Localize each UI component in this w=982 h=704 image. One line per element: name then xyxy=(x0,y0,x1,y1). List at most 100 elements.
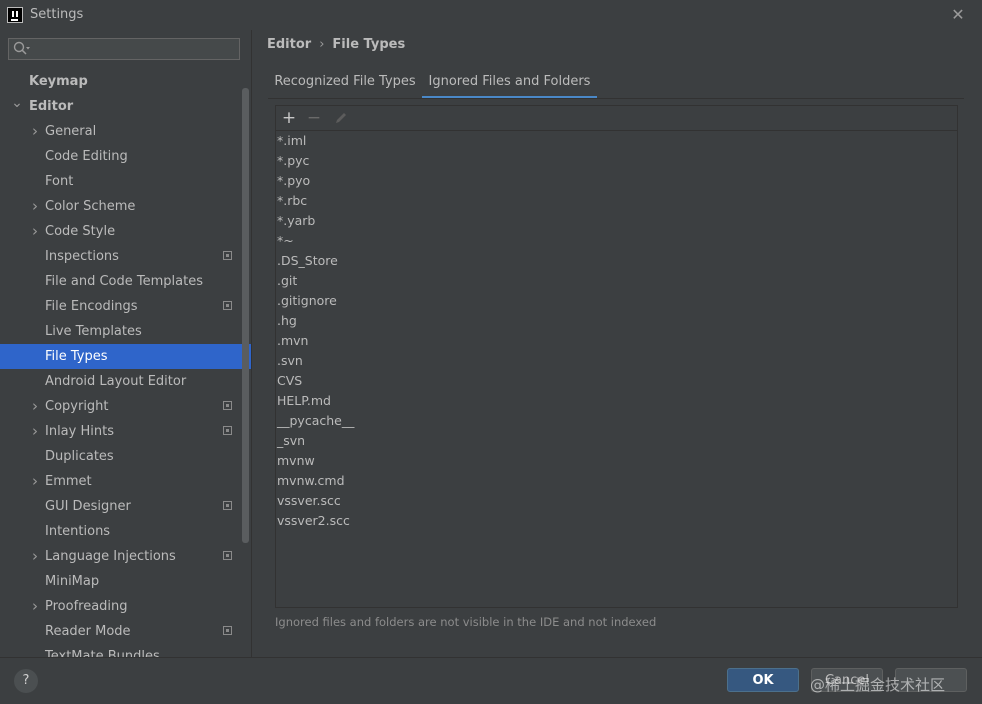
chevron-right-icon[interactable]: › xyxy=(29,544,41,569)
sidebar-item-reader-mode[interactable]: Reader Mode xyxy=(0,619,251,644)
help-button[interactable]: ? xyxy=(14,669,38,693)
add-button[interactable]: + xyxy=(279,108,299,128)
chevron-right-icon[interactable]: › xyxy=(29,469,41,494)
search-input[interactable] xyxy=(33,40,237,60)
list-item[interactable]: .git xyxy=(276,271,957,291)
sidebar-item-label: Duplicates xyxy=(45,449,114,464)
sidebar-item-label: Intentions xyxy=(45,524,111,539)
settings-tree: Keymap ⌄ Editor › General Code Editing Font › Co… xyxy=(0,69,251,657)
sidebar-item-label: Live Templates xyxy=(45,324,142,339)
list-item[interactable]: .svn xyxy=(276,351,957,371)
sidebar-item-file-and-code-templates[interactable]: File and Code Templates xyxy=(0,269,251,294)
sidebar-item-label: Android Layout Editor xyxy=(45,374,187,389)
chevron-down-icon[interactable]: ⌄ xyxy=(11,94,23,112)
list-item[interactable]: vssver2.scc xyxy=(276,511,957,531)
project-scope-icon xyxy=(223,551,232,560)
sidebar-item-label: Code Editing xyxy=(45,149,128,164)
list-item[interactable]: .hg xyxy=(276,311,957,331)
sidebar-item-label: MiniMap xyxy=(45,574,100,589)
sidebar-item-label: Keymap xyxy=(29,74,88,89)
list-item[interactable]: *.iml xyxy=(276,131,957,151)
chevron-right-icon[interactable]: › xyxy=(29,194,41,219)
sidebar-item-label: Code Style xyxy=(45,224,116,239)
breadcrumb-parent[interactable]: Editor xyxy=(267,37,311,52)
list-toolbar: + − xyxy=(276,106,957,131)
list-item[interactable]: vssver.scc xyxy=(276,491,957,511)
sidebar-item-language-injections[interactable]: › Language Injections xyxy=(0,544,251,569)
sidebar-item-android-layout-editor[interactable]: Android Layout Editor xyxy=(0,369,251,394)
search-box[interactable] xyxy=(8,38,240,60)
chevron-right-icon[interactable]: › xyxy=(29,219,41,244)
sidebar-item-emmet[interactable]: › Emmet xyxy=(0,469,251,494)
cancel-button[interactable]: Cancel xyxy=(811,668,883,692)
tab-ignored-files-and-folders[interactable]: Ignored Files and Folders xyxy=(422,70,597,99)
chevron-right-icon[interactable]: › xyxy=(29,594,41,619)
apply-button[interactable] xyxy=(895,668,967,692)
list-item[interactable]: *.yarb xyxy=(276,211,957,231)
list-item[interactable]: __pycache__ xyxy=(276,411,957,431)
list-item[interactable]: mvnw.cmd xyxy=(276,471,957,491)
list-item[interactable]: *.pyc xyxy=(276,151,957,171)
chevron-right-icon[interactable]: › xyxy=(29,394,41,419)
chevron-right-icon[interactable]: › xyxy=(29,419,41,444)
breadcrumb-separator: › xyxy=(319,37,325,52)
sidebar-item-keymap[interactable]: Keymap xyxy=(0,69,251,94)
search-icon xyxy=(13,41,30,55)
tab-recognized-file-types[interactable]: Recognized File Types xyxy=(268,70,422,99)
sidebar-item-intentions[interactable]: Intentions xyxy=(0,519,251,544)
sidebar-item-textmate-bundles[interactable]: TextMate Bundles xyxy=(0,644,251,657)
sidebar-item-proofreading[interactable]: › Proofreading xyxy=(0,594,251,619)
project-scope-icon xyxy=(223,301,232,310)
sidebar-item-duplicates[interactable]: Duplicates xyxy=(0,444,251,469)
settings-sidebar: Keymap ⌄ Editor › General Code Editing Font › Co… xyxy=(0,30,251,657)
project-scope-icon xyxy=(223,251,232,260)
sidebar-item-label: File Encodings xyxy=(45,299,138,314)
sidebar-item-copyright[interactable]: › Copyright xyxy=(0,394,251,419)
list-item[interactable]: *.pyo xyxy=(276,171,957,191)
sidebar-item-code-style[interactable]: › Code Style xyxy=(0,219,251,244)
sidebar-item-live-templates[interactable]: Live Templates xyxy=(0,319,251,344)
list-item[interactable]: HELP.md xyxy=(276,391,957,411)
list-item[interactable]: *~ xyxy=(276,231,957,251)
sidebar-item-gui-designer[interactable]: GUI Designer xyxy=(0,494,251,519)
title-bar: Settings ✕ xyxy=(0,0,982,30)
ignored-hint-text: Ignored files and folders are not visibl… xyxy=(275,615,657,629)
project-scope-icon xyxy=(223,401,232,410)
list-item[interactable]: *.rbc xyxy=(276,191,957,211)
sidebar-item-inspections[interactable]: Inspections xyxy=(0,244,251,269)
sidebar-item-label: TextMate Bundles xyxy=(45,649,160,657)
pane-splitter[interactable] xyxy=(251,30,252,657)
ok-button[interactable]: OK xyxy=(727,668,799,692)
sidebar-item-file-types[interactable]: File Types xyxy=(0,344,251,369)
edit-button[interactable] xyxy=(331,108,351,128)
sidebar-item-minimap[interactable]: MiniMap xyxy=(0,569,251,594)
tab-divider xyxy=(268,98,964,99)
list-item[interactable]: CVS xyxy=(276,371,957,391)
sidebar-scrollbar[interactable] xyxy=(242,88,249,543)
sidebar-item-editor[interactable]: ⌄ Editor xyxy=(0,94,251,119)
sidebar-item-font[interactable]: Font xyxy=(0,169,251,194)
list-item[interactable]: _svn xyxy=(276,431,957,451)
chevron-right-icon[interactable]: › xyxy=(29,119,41,144)
sidebar-item-inlay-hints[interactable]: › Inlay Hints xyxy=(0,419,251,444)
sidebar-item-label: Reader Mode xyxy=(45,624,131,639)
breadcrumb: Editor › File Types xyxy=(267,37,405,52)
sidebar-item-label: Proofreading xyxy=(45,599,128,614)
sidebar-item-code-editing[interactable]: Code Editing xyxy=(0,144,251,169)
list-item[interactable]: .mvn xyxy=(276,331,957,351)
remove-button[interactable]: − xyxy=(304,108,324,128)
pencil-icon xyxy=(336,113,346,123)
sidebar-item-general[interactable]: › General xyxy=(0,119,251,144)
window-title: Settings xyxy=(30,7,84,22)
ignored-items-list: *.iml *.pyc *.pyo *.rbc *.yarb *~ .DS_Store .gi… xyxy=(276,131,957,531)
list-item[interactable]: mvnw xyxy=(276,451,957,471)
sidebar-item-file-encodings[interactable]: File Encodings xyxy=(0,294,251,319)
sidebar-item-color-scheme[interactable]: › Color Scheme xyxy=(0,194,251,219)
sidebar-item-label: General xyxy=(45,124,97,139)
sidebar-item-label: Editor xyxy=(29,99,74,114)
sidebar-item-label: Color Scheme xyxy=(45,199,136,214)
list-item[interactable]: .DS_Store xyxy=(276,251,957,271)
list-item[interactable]: .gitignore xyxy=(276,291,957,311)
close-icon[interactable]: ✕ xyxy=(948,5,968,25)
project-scope-icon xyxy=(223,626,232,635)
